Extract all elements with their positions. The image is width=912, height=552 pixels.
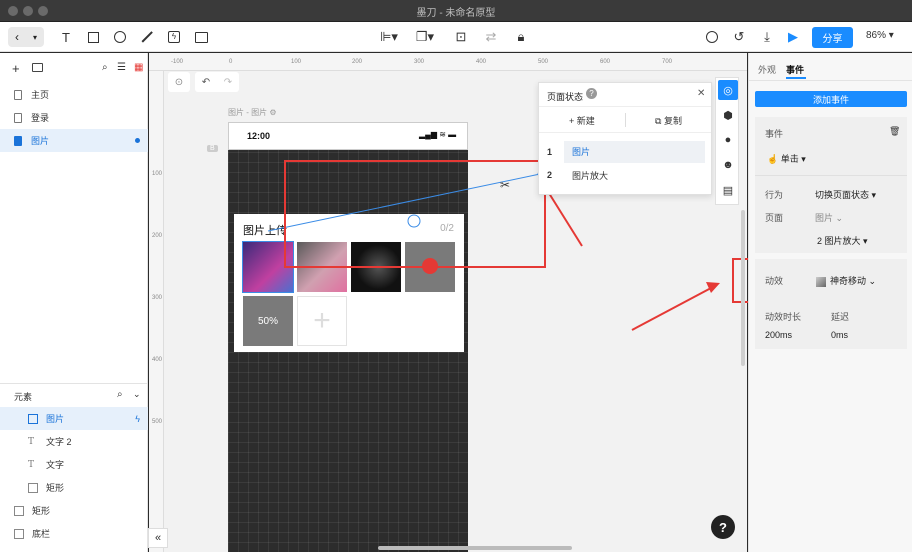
click-marker: [422, 258, 438, 274]
pointer-icon: ☝: [767, 154, 779, 164]
state-label: 图片: [564, 141, 705, 163]
action-label: 行为: [765, 190, 784, 200]
canvas-horizontal-scrollbar[interactable]: [378, 546, 572, 550]
state-item-1[interactable]: 1 图片: [547, 141, 705, 163]
add-event-button[interactable]: 添加事件: [755, 91, 907, 107]
emoji-icon[interactable]: ☻: [718, 155, 738, 175]
annotation-arrow-line: [546, 189, 583, 247]
trash-icon[interactable]: 🗑︎: [889, 126, 900, 137]
duration-label: 动效时长: [765, 312, 802, 322]
person-icon[interactable]: ●: [718, 130, 738, 150]
trigger-select[interactable]: ☝ 单击 ▾: [767, 152, 806, 165]
page-label: 页面: [765, 213, 784, 223]
copy-state-label: 复制: [663, 116, 682, 126]
event-label: 事件: [765, 129, 784, 139]
scissors-icon: ✂: [500, 178, 510, 192]
trigger-value: 单击: [780, 154, 799, 164]
magic-move-icon: [816, 276, 826, 287]
table-icon[interactable]: ▤: [718, 180, 738, 200]
action-value: 切换页面状态: [815, 190, 870, 200]
new-state-button[interactable]: + 新建: [569, 114, 595, 127]
tab-appearance[interactable]: 外观: [758, 63, 776, 76]
interaction-target-icon[interactable]: ◎: [718, 80, 738, 100]
effect-label: 动效: [765, 276, 784, 286]
divider: [749, 80, 912, 81]
state-panel-title: 页面状态: [547, 92, 584, 102]
right-panel: 外观 事件 添加事件 事件 🗑︎ ☝ 单击 ▾ 行为 切换页面状态 ▾ 页面 图…: [748, 53, 912, 552]
divider: [539, 132, 711, 133]
state-index: 2: [547, 170, 553, 180]
tab-events[interactable]: 事件: [786, 63, 804, 76]
page-state-panel: 页面状态 ? ✕ + 新建 ⧉ 复制 1 图片 2 图片放大: [538, 82, 712, 195]
state-select[interactable]: 2 图片放大 ▾: [817, 234, 868, 247]
divider: [755, 175, 907, 176]
annotation-arrow-line: [631, 287, 712, 331]
collapse-panel-icon[interactable]: «: [148, 528, 168, 548]
state-index: 1: [547, 147, 553, 157]
delay-label: 延迟: [831, 312, 850, 322]
annotation-box-left: [284, 160, 546, 268]
duration-input[interactable]: 200ms: [765, 330, 792, 340]
action-select[interactable]: 切换页面状态 ▾: [815, 188, 876, 201]
page-select[interactable]: 图片 ⌄: [815, 211, 843, 224]
tab-underline: [786, 77, 806, 79]
state-value: 2 图片放大: [817, 236, 861, 246]
vertical-toolstrip: ◎ ⬢ ● ☻ ▤: [715, 77, 739, 205]
page-value: 图片: [815, 213, 834, 223]
help-button[interactable]: ?: [711, 515, 735, 539]
component-cube-icon[interactable]: ⬢: [718, 105, 738, 125]
delay-input[interactable]: 0ms: [831, 330, 848, 340]
close-icon[interactable]: ✕: [697, 88, 705, 99]
effect-select[interactable]: 神奇移动 ⌄: [816, 274, 876, 287]
link-handle: [407, 214, 421, 228]
canvas-vertical-scrollbar[interactable]: [741, 210, 745, 366]
new-state-label: 新建: [576, 116, 595, 126]
copy-state-button[interactable]: ⧉ 复制: [655, 114, 682, 127]
annotation-arrowhead: [706, 282, 720, 293]
effect-value: 神奇移动: [830, 276, 867, 286]
divider: [625, 113, 626, 127]
state-item-2[interactable]: 2 图片放大: [547, 164, 705, 186]
divider: [539, 106, 711, 107]
help-icon[interactable]: ?: [586, 88, 597, 99]
state-label: 图片放大: [572, 170, 609, 181]
